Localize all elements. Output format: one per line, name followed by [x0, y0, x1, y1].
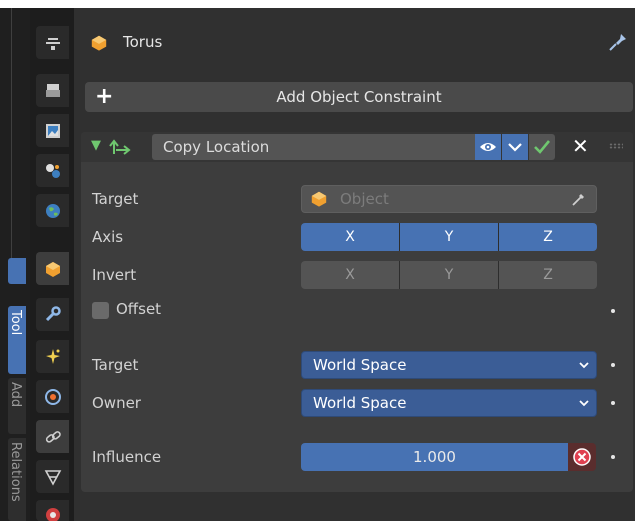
keyframe-dot[interactable]: [611, 309, 615, 313]
tab-tool-settings[interactable]: [36, 26, 69, 59]
target-space-dropdown[interactable]: World Space: [301, 351, 597, 379]
chevron-down-icon: [579, 362, 589, 369]
x-circle-icon: [573, 448, 591, 466]
object-icon: [90, 33, 108, 57]
tool-settings-icon: [45, 37, 60, 50]
invert-z-toggle[interactable]: Z: [499, 261, 597, 289]
chevron-down-icon: [579, 400, 589, 407]
tab-object[interactable]: [36, 252, 69, 285]
constraint-name-field[interactable]: Copy Location: [152, 134, 475, 160]
axis-toggle-group: X Y Z: [301, 223, 597, 251]
constraints-icon: [45, 430, 61, 443]
sidebar-tab-tool[interactable]: Tool: [8, 306, 26, 374]
offset-label: Offset: [116, 300, 162, 318]
object-name: Torus: [123, 33, 163, 51]
tab-output[interactable]: [36, 114, 69, 147]
particles-icon: [45, 348, 60, 364]
tab-physics[interactable]: [36, 380, 69, 413]
influence-slider[interactable]: 1.000: [301, 443, 568, 471]
invert-x-toggle[interactable]: X: [301, 261, 400, 289]
offset-checkbox[interactable]: [92, 302, 109, 319]
drag-handle[interactable]: [609, 143, 623, 149]
target-space-value: World Space: [313, 356, 407, 374]
sidebar-tab-active-marker[interactable]: [8, 258, 26, 284]
output-icon: [45, 123, 60, 138]
invert-label: Invert: [92, 266, 137, 284]
eye-icon: [480, 143, 496, 151]
eyedropper-icon[interactable]: [570, 190, 588, 212]
scene-icon: [45, 163, 60, 178]
sidebar-tab-add-label: Add: [8, 382, 23, 408]
plus-icon: +: [95, 84, 114, 109]
mesh-data-icon: [44, 469, 61, 486]
constraint-enabled-toggle[interactable]: [529, 134, 555, 160]
keyframe-dot[interactable]: [611, 401, 615, 405]
world-icon: [45, 203, 60, 218]
pin-icon[interactable]: [607, 31, 629, 57]
owner-space-label: Owner: [92, 394, 141, 412]
tab-modifiers[interactable]: [36, 298, 69, 331]
remove-constraint-icon[interactable]: ✕: [572, 134, 589, 158]
collapse-triangle-icon[interactable]: ▼: [91, 138, 101, 153]
physics-icon: [44, 388, 61, 405]
sidebar-tab-relations[interactable]: Relations: [8, 438, 26, 521]
tab-data[interactable]: [36, 460, 69, 493]
sidebar-tab-add[interactable]: Add: [8, 378, 26, 434]
sidebar-gutter: Tool Add Relations: [0, 8, 30, 521]
owner-space-value: World Space: [313, 394, 407, 412]
tab-material[interactable]: [36, 500, 69, 521]
properties-tabs: [30, 8, 74, 521]
tab-render[interactable]: [36, 74, 69, 107]
region-divider: [11, 8, 12, 258]
object-icon: [45, 261, 60, 277]
tab-scene[interactable]: [36, 154, 69, 187]
panel-header: Torus: [74, 28, 635, 58]
keyframe-dot[interactable]: [611, 455, 615, 459]
invert-toggle-group: X Y Z: [301, 261, 597, 289]
constraints-panel: Torus + Add Object Constraint ▼ Copy Loc…: [74, 8, 635, 521]
visibility-toggle[interactable]: [475, 134, 501, 160]
invert-y-toggle[interactable]: Y: [400, 261, 499, 289]
target-object-field[interactable]: Object: [301, 185, 597, 213]
copy-location-icon: [108, 136, 132, 162]
sidebar-tab-tool-label: Tool: [8, 310, 23, 336]
constraint-box: ▼ Copy Location ✕ Target Object Axis X Y…: [81, 132, 633, 492]
axis-z-toggle[interactable]: Z: [499, 223, 597, 251]
owner-space-dropdown[interactable]: World Space: [301, 389, 597, 417]
target-placeholder: Object: [340, 190, 389, 208]
sidebar-tab-relations-label: Relations: [8, 442, 23, 502]
wrench-icon: [45, 305, 61, 321]
keyframe-dot[interactable]: [611, 363, 615, 367]
target-space-label: Target: [92, 356, 139, 374]
add-object-constraint-label: Add Object Constraint: [276, 88, 442, 106]
add-object-constraint-button[interactable]: + Add Object Constraint: [85, 82, 633, 112]
properties-editor: Tool Add Relations Torus + Add Object Co…: [0, 8, 635, 521]
constraint-menu-dropdown[interactable]: [502, 134, 528, 160]
render-icon: [45, 83, 60, 97]
disable-keep-transform-button[interactable]: [568, 443, 596, 471]
axis-label: Axis: [92, 228, 124, 246]
axis-x-toggle[interactable]: X: [301, 223, 400, 251]
material-icon: [45, 507, 60, 521]
chevron-down-icon: [508, 143, 522, 152]
tab-world[interactable]: [36, 194, 69, 227]
target-label: Target: [92, 190, 139, 208]
checkmark-icon: [534, 140, 551, 154]
tab-constraints[interactable]: [36, 420, 69, 453]
object-icon: [310, 190, 328, 212]
axis-y-toggle[interactable]: Y: [400, 223, 499, 251]
constraint-header: ▼ Copy Location ✕: [81, 132, 633, 162]
tab-particles[interactable]: [36, 340, 69, 373]
influence-label: Influence: [92, 448, 162, 466]
